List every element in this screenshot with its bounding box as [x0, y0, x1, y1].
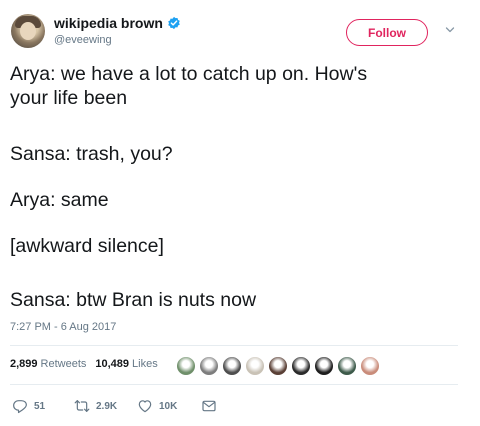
divider — [10, 384, 458, 385]
retweet-button[interactable]: 2.9K — [74, 398, 137, 414]
direct-message-button[interactable] — [201, 398, 217, 414]
reply-button[interactable]: 51 — [12, 398, 74, 414]
tweet-actions: 51 2.9K 10K — [12, 398, 217, 414]
tweet-line: your life been — [10, 87, 128, 109]
liker-avatars — [176, 356, 383, 376]
liker-avatar-8[interactable] — [337, 356, 357, 376]
author-handle[interactable]: @eveewing — [54, 34, 181, 46]
like-button[interactable]: 10K — [137, 398, 201, 414]
like-count: 10K — [159, 400, 178, 412]
liker-avatar-3[interactable] — [222, 356, 242, 376]
liker-avatar-5[interactable] — [268, 356, 288, 376]
tweet-card: wikipedia brown @eveewing Follow Arya: w… — [0, 0, 480, 426]
follow-button[interactable]: Follow — [346, 19, 428, 46]
liker-avatar-1[interactable] — [176, 356, 196, 376]
liker-avatar-4[interactable] — [245, 356, 265, 376]
author-info: wikipedia brown @eveewing — [54, 14, 181, 46]
tweet-stats: 2,899 Retweets 10,489 Likes — [10, 358, 167, 370]
tweet-line: Sansa: btw Bran is nuts now — [10, 289, 257, 311]
verified-badge-icon — [168, 16, 180, 30]
heart-icon — [138, 400, 152, 413]
liker-avatar-6[interactable] — [291, 356, 311, 376]
liker-avatar-9[interactable] — [360, 356, 380, 376]
retweets-label[interactable]: Retweets — [41, 358, 87, 370]
liker-avatar-7[interactable] — [314, 356, 334, 376]
author-display-name[interactable]: wikipedia brown — [54, 15, 163, 31]
retweets-count[interactable]: 2,899 — [10, 358, 38, 370]
reply-icon — [13, 400, 27, 414]
chevron-down-icon[interactable] — [445, 25, 455, 35]
envelope-icon — [202, 400, 216, 412]
liker-avatar-2[interactable] — [199, 356, 219, 376]
tweet-line: [awkward silence] — [10, 235, 164, 257]
author-avatar[interactable] — [11, 14, 45, 48]
retweet-count: 2.9K — [96, 400, 118, 412]
reply-count: 51 — [34, 400, 46, 412]
tweet-line: Arya: same — [10, 189, 109, 211]
tweet-timestamp[interactable]: 7:27 PM - 6 Aug 2017 — [10, 321, 116, 333]
likes-count[interactable]: 10,489 — [95, 358, 129, 370]
likes-label[interactable]: Likes — [132, 358, 158, 370]
avatar-face — [20, 22, 36, 40]
retweet-icon — [74, 400, 90, 412]
tweet-line: Arya: we have a lot to catch up on. How'… — [10, 63, 368, 85]
tweet-line: Sansa: trash, you? — [10, 143, 173, 165]
display-name-row: wikipedia brown — [54, 14, 181, 32]
divider — [10, 345, 458, 346]
